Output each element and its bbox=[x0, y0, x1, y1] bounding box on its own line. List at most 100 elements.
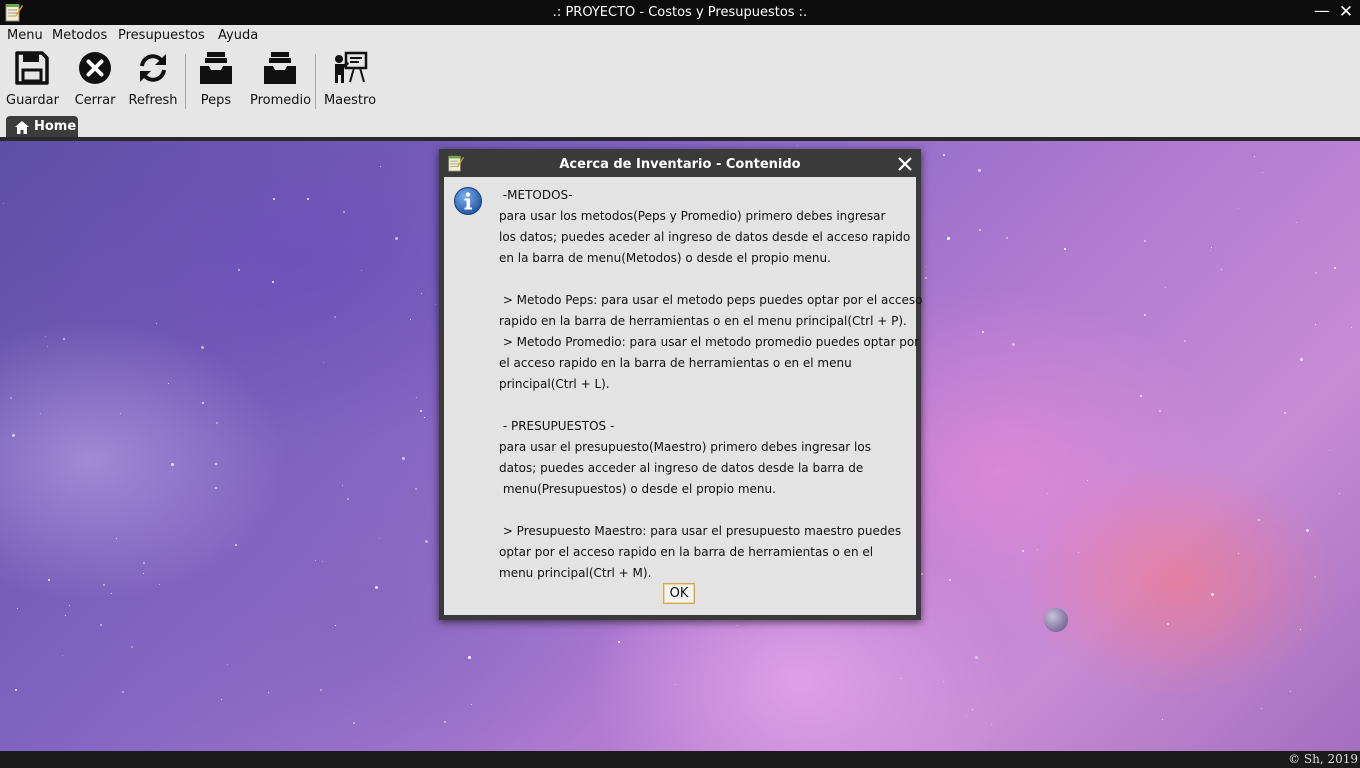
star bbox=[216, 422, 218, 424]
home-icon bbox=[15, 121, 29, 134]
star bbox=[444, 721, 446, 723]
refresh-icon bbox=[140, 54, 166, 82]
star bbox=[202, 402, 204, 404]
star bbox=[159, 584, 160, 585]
star bbox=[335, 625, 336, 626]
star bbox=[797, 145, 798, 146]
star bbox=[1339, 493, 1340, 494]
star bbox=[966, 715, 967, 716]
star bbox=[215, 463, 217, 465]
star bbox=[1047, 493, 1048, 494]
star bbox=[343, 211, 345, 213]
star bbox=[235, 544, 237, 546]
minimize-button[interactable]: — bbox=[1312, 2, 1332, 22]
menu-presupuestos[interactable]: Presupuestos bbox=[118, 28, 205, 43]
star bbox=[1162, 719, 1163, 720]
star bbox=[737, 625, 738, 626]
star bbox=[111, 593, 112, 594]
star bbox=[975, 656, 978, 659]
star bbox=[901, 678, 902, 679]
star bbox=[1284, 412, 1286, 414]
menu-menu[interactable]: Menu bbox=[7, 28, 43, 43]
star bbox=[17, 608, 18, 609]
star bbox=[410, 319, 411, 320]
planet-image bbox=[1044, 608, 1068, 632]
star bbox=[1159, 410, 1161, 412]
close-label: Cerrar bbox=[74, 93, 116, 108]
star bbox=[69, 605, 70, 606]
menu-metodos[interactable]: Metodos bbox=[52, 28, 107, 43]
star bbox=[100, 624, 102, 626]
dialog-title: Acerca de Inventario - Contenido bbox=[559, 157, 801, 172]
maestro-button[interactable]: Maestro bbox=[323, 50, 377, 108]
ok-button[interactable]: OK bbox=[663, 583, 695, 604]
star bbox=[1140, 395, 1142, 397]
star bbox=[361, 270, 362, 271]
star bbox=[1037, 549, 1038, 550]
star bbox=[921, 573, 923, 575]
star bbox=[131, 646, 133, 648]
window-titlebar: .: PROYECTO - Costos y Presupuestos :. —… bbox=[0, 0, 1360, 25]
save-button[interactable]: Guardar bbox=[6, 50, 59, 108]
star bbox=[120, 413, 121, 414]
tab-home[interactable]: Home bbox=[6, 116, 78, 138]
star bbox=[156, 323, 157, 324]
info-icon bbox=[454, 187, 482, 215]
star bbox=[991, 724, 992, 725]
status-bar: © Sh, 2019 bbox=[0, 751, 1360, 768]
star bbox=[342, 485, 343, 486]
star bbox=[415, 488, 417, 490]
star bbox=[273, 198, 275, 200]
star bbox=[1144, 240, 1146, 242]
star bbox=[395, 237, 398, 240]
maestro-label: Maestro bbox=[323, 93, 377, 108]
star bbox=[925, 266, 926, 267]
dialog-titlebar[interactable]: Acerca de Inventario - Contenido bbox=[439, 149, 921, 177]
star bbox=[1064, 248, 1066, 250]
star bbox=[65, 615, 66, 616]
promedio-button[interactable]: Promedio bbox=[250, 50, 311, 108]
star bbox=[1211, 247, 1212, 248]
star bbox=[949, 579, 951, 581]
star bbox=[1258, 519, 1260, 521]
star bbox=[201, 346, 204, 349]
star bbox=[10, 397, 12, 399]
about-dialog: Acerca de Inventario - Contenido -METODO… bbox=[439, 149, 923, 620]
star bbox=[421, 293, 422, 294]
window-title: .: PROYECTO - Costos y Presupuestos :. bbox=[552, 5, 808, 20]
star bbox=[116, 538, 117, 539]
star bbox=[1300, 629, 1301, 630]
star bbox=[1306, 529, 1309, 532]
star bbox=[424, 417, 425, 418]
menu-ayuda[interactable]: Ayuda bbox=[218, 28, 258, 43]
star bbox=[1315, 272, 1317, 274]
star bbox=[1296, 222, 1297, 223]
toolbar-separator bbox=[185, 54, 186, 109]
star bbox=[334, 316, 336, 318]
star bbox=[1144, 314, 1146, 316]
star bbox=[40, 413, 41, 414]
star bbox=[353, 722, 355, 724]
window-close-button[interactable]: ✕ bbox=[1336, 2, 1356, 22]
star bbox=[425, 540, 428, 543]
close-button[interactable]: Cerrar bbox=[72, 50, 118, 108]
star bbox=[320, 689, 322, 691]
star bbox=[315, 560, 316, 561]
star bbox=[1314, 576, 1316, 578]
star bbox=[1078, 552, 1079, 553]
close-circle-icon bbox=[79, 52, 111, 84]
peps-button[interactable]: Peps bbox=[193, 50, 239, 108]
refresh-button[interactable]: Refresh bbox=[127, 50, 179, 108]
dialog-close-icon[interactable] bbox=[897, 156, 913, 172]
star bbox=[979, 229, 981, 231]
star bbox=[1012, 343, 1015, 346]
star bbox=[322, 561, 323, 562]
star bbox=[347, 498, 349, 500]
star bbox=[47, 346, 48, 347]
star bbox=[3, 203, 4, 204]
star bbox=[62, 655, 63, 656]
star bbox=[972, 709, 973, 710]
star bbox=[143, 562, 145, 564]
star bbox=[1315, 324, 1316, 325]
star bbox=[168, 383, 169, 384]
